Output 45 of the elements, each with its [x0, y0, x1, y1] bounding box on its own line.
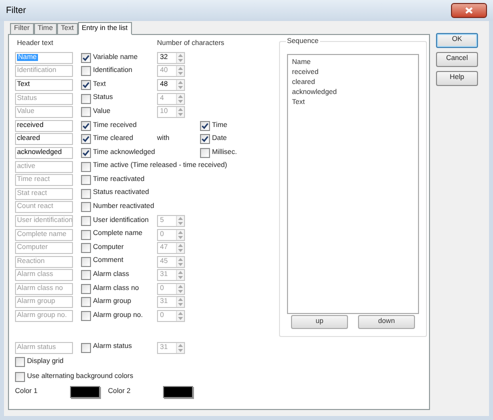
spin-arrows-icon[interactable]: [176, 230, 184, 240]
checkbox[interactable]: [81, 297, 91, 308]
checkbox[interactable]: [81, 80, 91, 90]
spin-arrows-icon[interactable]: [176, 243, 184, 254]
checkbox[interactable]: [15, 372, 25, 382]
spin-arrows-icon[interactable]: [176, 80, 184, 90]
checkbox[interactable]: [81, 230, 91, 240]
close-button[interactable]: [451, 3, 487, 18]
checkbox[interactable]: [81, 216, 91, 226]
checkbox[interactable]: [81, 243, 91, 254]
spin-arrows-icon[interactable]: [176, 52, 184, 63]
checkbox[interactable]: [81, 256, 91, 267]
checkbox[interactable]: [81, 94, 91, 104]
checkbox[interactable]: [200, 134, 210, 144]
checkbox[interactable]: [81, 107, 91, 118]
spin-arrows-icon[interactable]: [176, 270, 184, 280]
color-swatch[interactable]: [70, 386, 100, 398]
checkbox[interactable]: [81, 134, 91, 144]
spin-arrows-icon[interactable]: [176, 284, 184, 294]
checkbox[interactable]: [81, 342, 91, 353]
color-swatch[interactable]: [163, 386, 193, 398]
spin-arrows-icon[interactable]: [176, 256, 184, 267]
spin-arrows-icon[interactable]: [176, 107, 184, 118]
spin-arrows-icon[interactable]: [176, 66, 184, 76]
checkbox[interactable]: [200, 148, 210, 158]
spin-arrows-icon[interactable]: [176, 216, 184, 226]
checkbox[interactable]: [81, 202, 91, 212]
checkbox[interactable]: [81, 52, 91, 63]
checkbox[interactable]: [81, 162, 91, 172]
checkbox[interactable]: [81, 311, 91, 322]
close-icon[interactable]: [465, 7, 473, 14]
checkbox[interactable]: [81, 175, 91, 186]
checkbox[interactable]: [81, 66, 91, 76]
checkbox[interactable]: [81, 188, 91, 199]
spin-arrows-icon[interactable]: [176, 342, 184, 353]
checkbox[interactable]: [81, 120, 91, 131]
checkbox[interactable]: [200, 120, 210, 131]
checkbox[interactable]: [15, 357, 25, 368]
spin-arrows-icon[interactable]: [176, 297, 184, 308]
checkbox[interactable]: [81, 270, 91, 280]
spin-arrows-icon[interactable]: [176, 94, 184, 104]
window-title: Filter: [6, 4, 26, 17]
spin-arrows-icon[interactable]: [176, 311, 184, 322]
checkbox[interactable]: [81, 148, 91, 158]
checkbox[interactable]: [81, 284, 91, 294]
